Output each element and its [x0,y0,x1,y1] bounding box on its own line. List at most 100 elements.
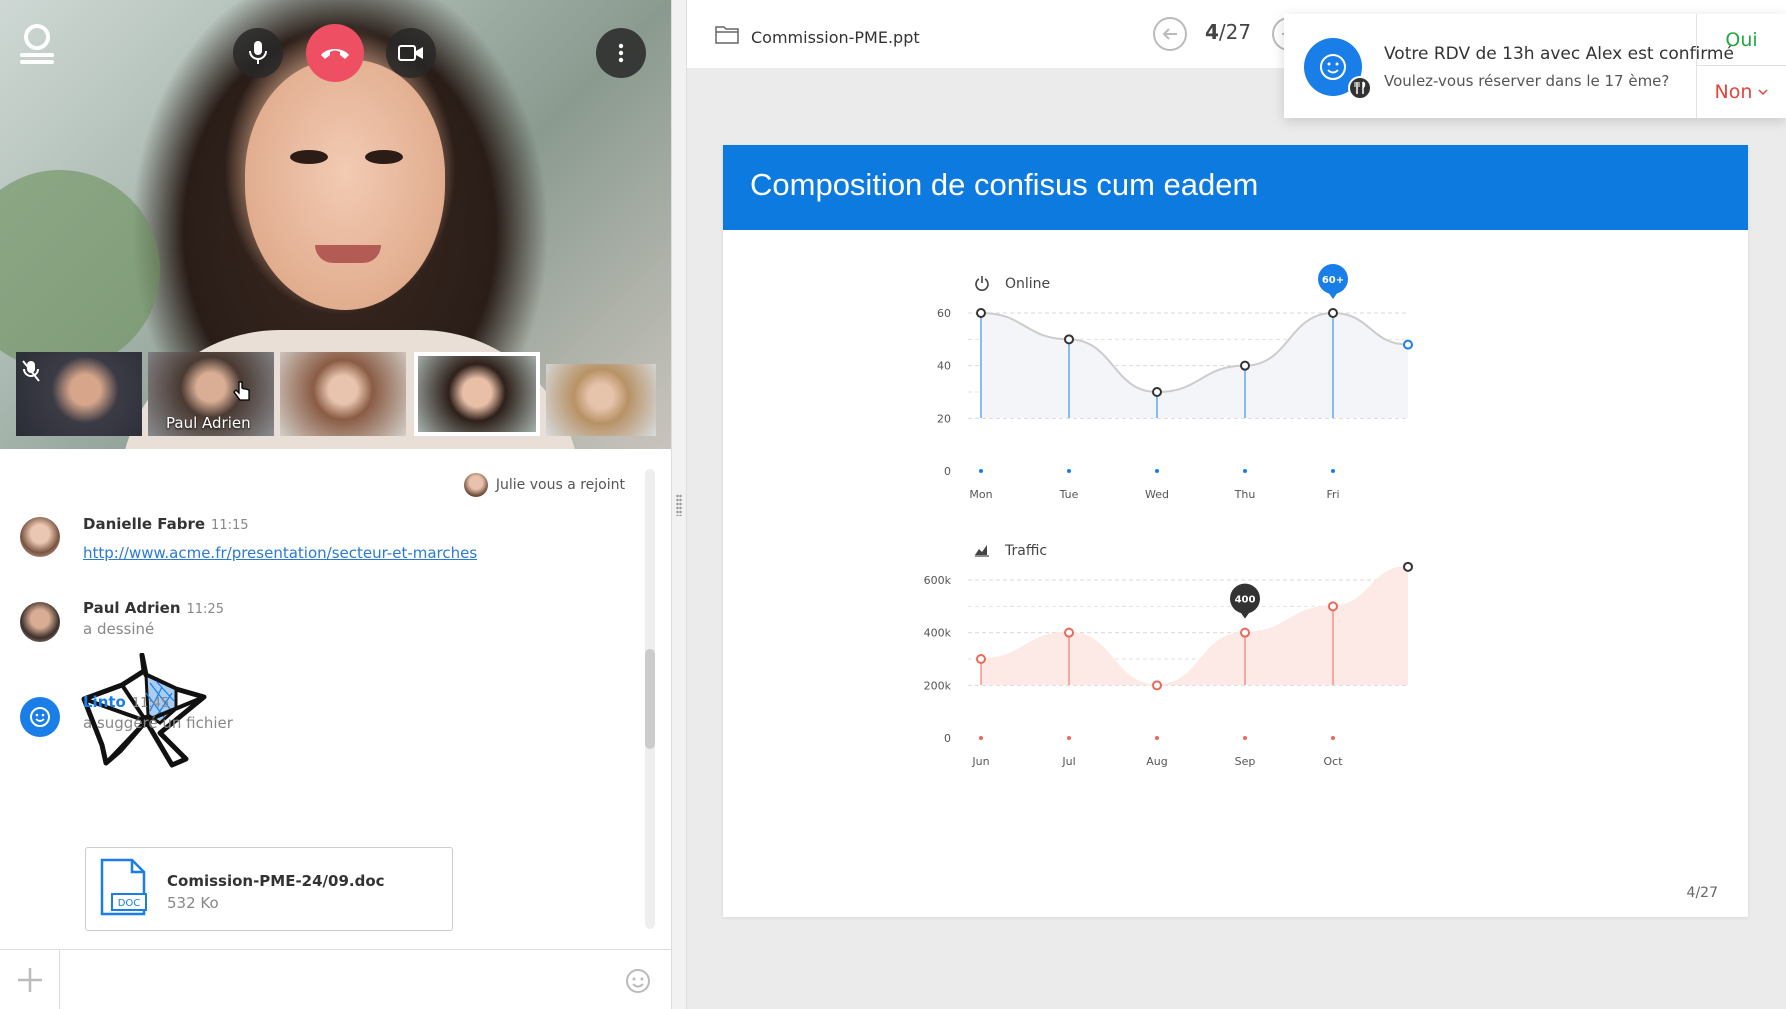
data-point [1403,339,1413,350]
participant-thumbnail-selected[interactable] [414,352,540,436]
chat-scrollbar[interactable] [645,469,655,929]
doc-file-icon: DOC [100,858,147,916]
value-bubble-label: 400 [1235,595,1256,606]
slide: Composition de confisus cum eadem Online… [723,145,1748,917]
chat-panel: Julie vous a rejoint Danielle Fabre 11:15… [0,449,671,949]
chart-title: Online [1005,276,1050,292]
avatar[interactable] [20,602,60,642]
value-bubble-label: 60+ [1322,275,1344,286]
linto-avatar[interactable] [20,697,60,737]
video-eye [365,150,403,164]
folder-icon [715,26,739,44]
x-tick-dot [1067,469,1071,473]
message-time: 11:15 [211,518,249,533]
data-point [1152,387,1162,397]
page-indicator: 4/27 [1205,20,1251,44]
message-author: Paul Adrien 11:25 [83,599,224,617]
hangup-button[interactable] [306,24,364,82]
power-icon [975,276,989,291]
call-panel: Paul Adrien Julie vous a rejoint Daniell… [0,0,671,1009]
message-action: a dessiné [83,620,155,638]
data-point [976,308,986,318]
hand-cursor-icon [233,381,250,401]
participant-thumbnail[interactable]: Paul Adrien [148,352,274,436]
add-attachment-button[interactable] [0,950,60,1009]
avatar [463,473,488,497]
y-tick-label: 40 [937,360,951,373]
y-tick-label: 60 [937,307,951,320]
data-point [1064,627,1074,638]
message-author: Danielle Fabre 11:15 [83,515,249,533]
x-tick-label: Aug [1146,755,1167,768]
slide-page-number: 4/27 [1686,885,1718,901]
video-mouth [315,245,381,263]
more-options-button[interactable] [596,28,646,78]
x-tick-dot [1155,736,1159,740]
x-tick-dot [1243,469,1247,473]
x-tick-dot [1155,469,1159,473]
participant-thumbnails: Paul Adrien [16,352,656,436]
x-tick-dot [1331,736,1335,740]
confirm-yes-button[interactable]: Oui [1697,14,1786,66]
page-total: /27 [1218,20,1252,44]
microphone-button[interactable] [233,28,283,78]
y-tick-label: 200k [924,679,952,692]
slide-charts: Online 0 20 40 60 Mon Tue Wed Thu Fri 60+ Traffic 0 2… [924,264,1413,768]
shared-link[interactable]: http://www.acme.fr/presentation/secteur-… [83,544,477,562]
x-tick-label: Thu [1234,488,1256,501]
camera-button[interactable] [386,28,436,78]
app-logo-icon[interactable] [20,24,54,70]
x-tick-label: Jul [1061,755,1075,768]
x-tick-label: Sep [1235,755,1256,768]
suggested-file-card[interactable]: DOC Comission-PME-24/09.doc 532 Ko [85,847,453,931]
drawing-image[interactable] [80,653,210,773]
x-tick-label: Jun [971,755,989,768]
no-label: Non [1714,81,1753,103]
message-input[interactable] [70,960,610,1000]
avatar[interactable] [20,517,60,557]
join-note-text: Julie vous a rejoint [495,477,625,493]
phone-hangup-icon [321,49,349,59]
previous-page-button[interactable] [1153,17,1187,51]
document-filename[interactable]: Commission-PME.ppt [751,28,920,47]
microphone-muted-icon [22,360,40,382]
x-tick-label: Fri [1326,488,1339,501]
more-vertical-icon [618,43,624,63]
video-camera-icon [398,45,423,61]
participant-thumbnail[interactable] [16,352,142,436]
restaurant-icon [1348,76,1372,100]
data-point [1152,680,1162,691]
x-tick-label: Wed [1145,488,1169,501]
message-composer [0,949,671,1009]
y-tick-label: 0 [944,465,951,478]
file-size: 532 Ko [167,894,219,912]
panel-resize-handle[interactable] [671,0,687,1009]
presentation-panel: Commission-PME.ppt 4/27 Composition de c… [687,0,1786,1009]
participant-name: Paul Adrien [166,414,251,432]
video-background [0,170,160,370]
microphone-icon [249,41,267,64]
x-tick-label: Mon [969,488,992,501]
participant-thumbnail[interactable] [280,352,406,436]
notification-title: Votre RDV de 13h avec Alex est confirmé [1384,44,1734,64]
plus-icon [17,968,42,992]
x-tick-dot [1331,469,1335,473]
video-eye [290,150,328,164]
file-name: Comission-PME-24/09.doc [167,872,385,890]
main-video: Paul Adrien [0,0,671,449]
decline-no-button[interactable]: Non [1697,66,1786,118]
notification-subtitle: Voulez-vous réserver dans le 17 ème? [1384,72,1670,90]
participant-thumbnail[interactable] [546,364,656,436]
grip-icon [676,494,682,516]
message-time: 11:45 [131,696,170,711]
file-type-label: DOC [118,898,141,909]
area-chart-icon [975,545,989,557]
x-tick-dot [1067,736,1071,740]
data-point [976,654,986,664]
chart-title: Traffic [1004,543,1047,559]
x-tick-dot [979,469,983,473]
message-time: 11:25 [186,602,224,617]
emoji-icon[interactable] [625,968,651,994]
bot-smile-icon [1320,54,1346,80]
bot-smile-icon [30,707,50,727]
